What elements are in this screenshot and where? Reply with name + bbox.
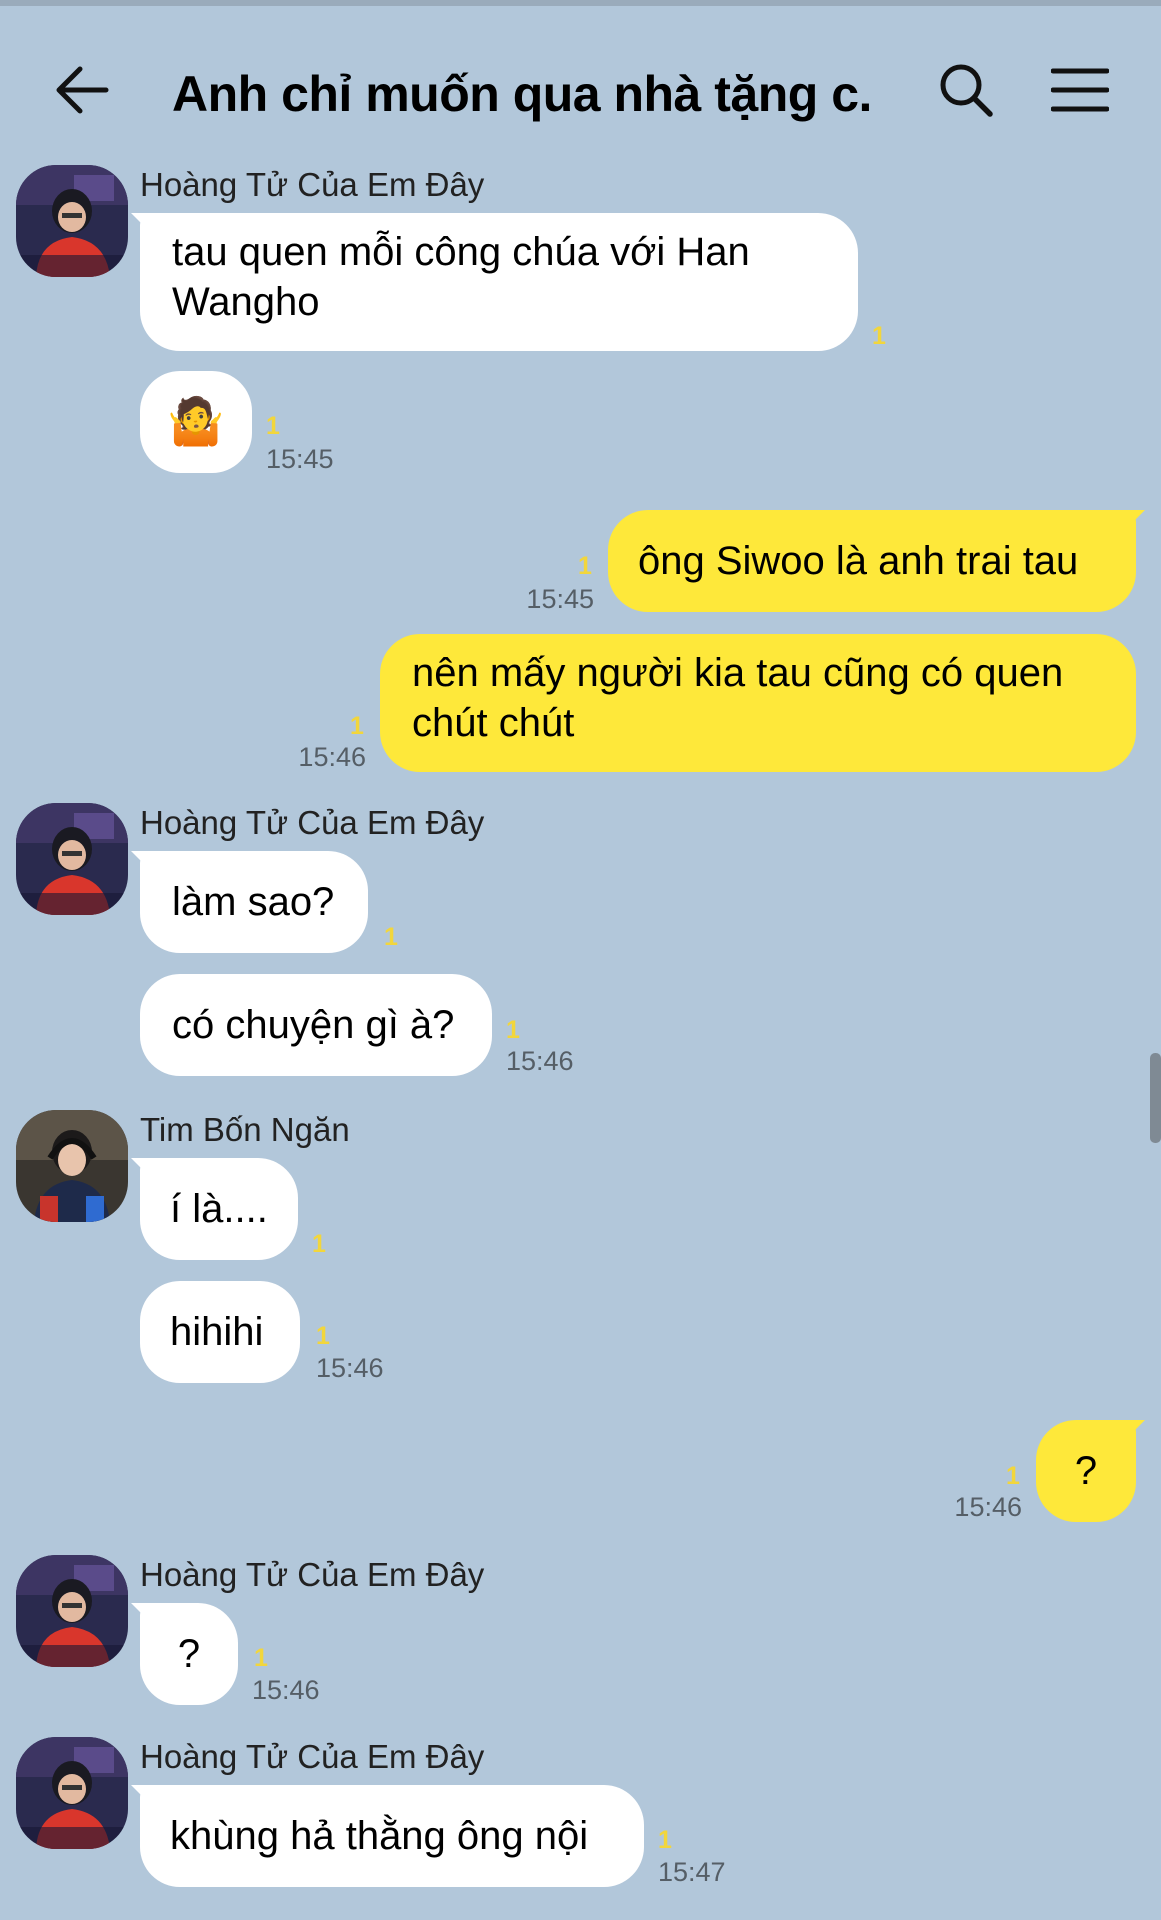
message-bubble[interactable]: ? [131, 1603, 238, 1705]
back-button[interactable] [46, 54, 118, 126]
sender-name: Hoàng Tử Của Em Đây [140, 804, 485, 841]
message-bubble[interactable]: ông Siwoo là anh trai tau [608, 510, 1145, 612]
avatar[interactable] [16, 1555, 128, 1667]
avatar-gamer-red-jersey-icon [16, 1737, 128, 1849]
unread-count: 1 [578, 552, 592, 580]
avatar[interactable] [16, 803, 128, 915]
hamburger-menu-icon [1051, 67, 1109, 113]
sender-name: Hoàng Tử Của Em Đây [140, 166, 485, 203]
unread-count: 1 [266, 412, 280, 440]
message-bubble-emoji[interactable]: 🤷 [140, 371, 252, 473]
chat-header: Anh chỉ muốn qua nhà tặng c... [0, 6, 1161, 156]
unread-count: 1 [316, 1322, 330, 1350]
unread-count: 1 [312, 1230, 326, 1258]
message-time: 15:47 [658, 1857, 726, 1887]
message-bubble[interactable]: tau quen mỗi công chúa với Han Wangho [131, 213, 858, 351]
unread-count: 1 [872, 322, 886, 350]
message-time: 15:46 [506, 1046, 574, 1076]
avatar-gamer-red-jersey-icon [16, 1555, 128, 1667]
message-time: 15:46 [252, 1675, 320, 1705]
message-time: 15:46 [298, 742, 366, 772]
avatar-gamer-red-jersey-icon [16, 165, 128, 277]
message-bubble[interactable]: nên mấy người kia tau cũng có quen chút … [380, 634, 1136, 772]
unread-count: 1 [384, 923, 398, 951]
message-time: 15:46 [954, 1492, 1022, 1522]
message-time: 15:46 [316, 1353, 384, 1383]
sender-name: Hoàng Tử Của Em Đây [140, 1738, 485, 1775]
scrollbar-thumb[interactable] [1150, 1053, 1161, 1143]
message-bubble[interactable]: có chuyện gì à? [140, 974, 492, 1076]
chat-title: Anh chỉ muốn qua nhà tặng c... [172, 66, 872, 122]
avatar-gamer-red-jersey-icon [16, 803, 128, 915]
search-icon [938, 62, 994, 118]
sender-name: Hoàng Tử Của Em Đây [140, 1556, 485, 1593]
message-bubble[interactable]: hihihi [140, 1281, 300, 1383]
avatar[interactable] [16, 1737, 128, 1849]
sender-name: Tim Bốn Ngăn [140, 1111, 350, 1148]
message-time: 15:45 [266, 444, 334, 474]
message-bubble[interactable]: ? [1036, 1420, 1145, 1522]
unread-count: 1 [1006, 1462, 1020, 1490]
search-button[interactable] [930, 54, 1002, 126]
unread-count: 1 [350, 712, 364, 740]
menu-button[interactable] [1044, 54, 1116, 126]
unread-count: 1 [658, 1826, 672, 1854]
avatar[interactable] [16, 165, 128, 277]
unread-count: 1 [254, 1644, 268, 1672]
message-bubble[interactable]: í là.... [131, 1158, 298, 1260]
avatar-person-headphones-icon [16, 1110, 128, 1222]
message-bubble[interactable]: làm sao? [131, 851, 368, 953]
avatar[interactable] [16, 1110, 128, 1222]
arrow-left-icon [54, 65, 110, 115]
unread-count: 1 [506, 1016, 520, 1044]
message-bubble[interactable]: khùng hả thằng ông nội [131, 1785, 644, 1887]
message-time: 15:45 [526, 584, 594, 614]
